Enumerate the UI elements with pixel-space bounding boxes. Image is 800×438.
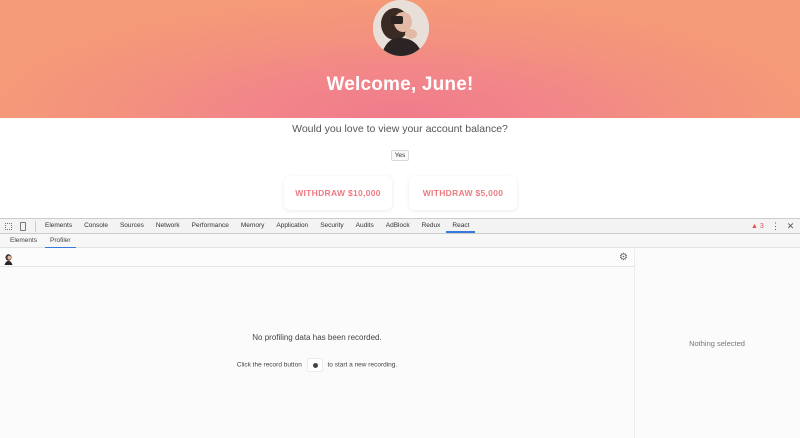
tab-audits[interactable]: Audits xyxy=(350,219,380,233)
avatar xyxy=(373,0,429,56)
gear-icon[interactable]: ⚙ xyxy=(619,252,628,263)
record-icon[interactable] xyxy=(4,252,13,265)
record-dot-icon xyxy=(312,363,318,368)
device-toggle-icon[interactable] xyxy=(20,222,26,231)
inspect-icon[interactable] xyxy=(5,223,12,230)
more-icon[interactable]: ⋮ xyxy=(771,222,780,231)
tab-adblock[interactable]: AdBlock xyxy=(380,219,416,233)
tab-sources[interactable]: Sources xyxy=(114,219,150,233)
app-header: Welcome, June! xyxy=(0,0,800,118)
devtools-tabs: Elements Console Sources Network Perform… xyxy=(39,219,476,233)
hint-text-after: to start a new recording. xyxy=(327,361,398,369)
app-content: Would you love to view your account bala… xyxy=(0,118,800,218)
welcome-heading: Welcome, June! xyxy=(326,74,474,95)
tab-memory[interactable]: Memory xyxy=(235,219,270,233)
tab-redux[interactable]: Redux xyxy=(416,219,447,233)
yes-button[interactable]: Yes xyxy=(391,150,409,161)
nothing-selected-label: Nothing selected xyxy=(689,339,745,348)
subtab-profiler[interactable]: Profiler xyxy=(45,234,76,248)
react-subtabs: Elements Profiler xyxy=(0,234,800,248)
record-button[interactable] xyxy=(306,358,323,372)
hint-text-before: Click the record button xyxy=(236,361,302,369)
profiler-toolbar: ⚙ xyxy=(0,249,634,267)
tab-react[interactable]: React xyxy=(446,219,476,233)
tab-security[interactable]: Security xyxy=(314,219,349,233)
warning-icon: ▲ xyxy=(751,223,758,230)
withdraw-10000-button[interactable]: WITHDRAW $10,000 xyxy=(284,176,392,210)
recording-hint: Click the record button to start a new r… xyxy=(0,358,634,373)
devtools-tabbar: Elements Console Sources Network Perform… xyxy=(0,218,800,234)
warning-counter[interactable]: ▲ 3 xyxy=(751,221,764,232)
tab-performance[interactable]: Performance xyxy=(186,219,235,233)
tab-console[interactable]: Console xyxy=(78,219,114,233)
empty-profiling-message: No profiling data has been recorded. xyxy=(252,333,382,342)
balance-question: Would you love to view your account bala… xyxy=(292,123,508,135)
tab-application[interactable]: Application xyxy=(270,219,314,233)
withdraw-5000-button[interactable]: WITHDRAW $5,000 xyxy=(409,176,517,210)
devtools-panel: Elements Console Sources Network Perform… xyxy=(0,218,800,438)
warning-count: 3 xyxy=(759,223,764,230)
close-icon[interactable]: ✕ xyxy=(786,222,795,231)
tab-network[interactable]: Network xyxy=(150,219,186,233)
subtab-elements[interactable]: Elements xyxy=(8,234,39,248)
tab-elements[interactable]: Elements xyxy=(39,219,78,233)
divider xyxy=(35,221,36,232)
